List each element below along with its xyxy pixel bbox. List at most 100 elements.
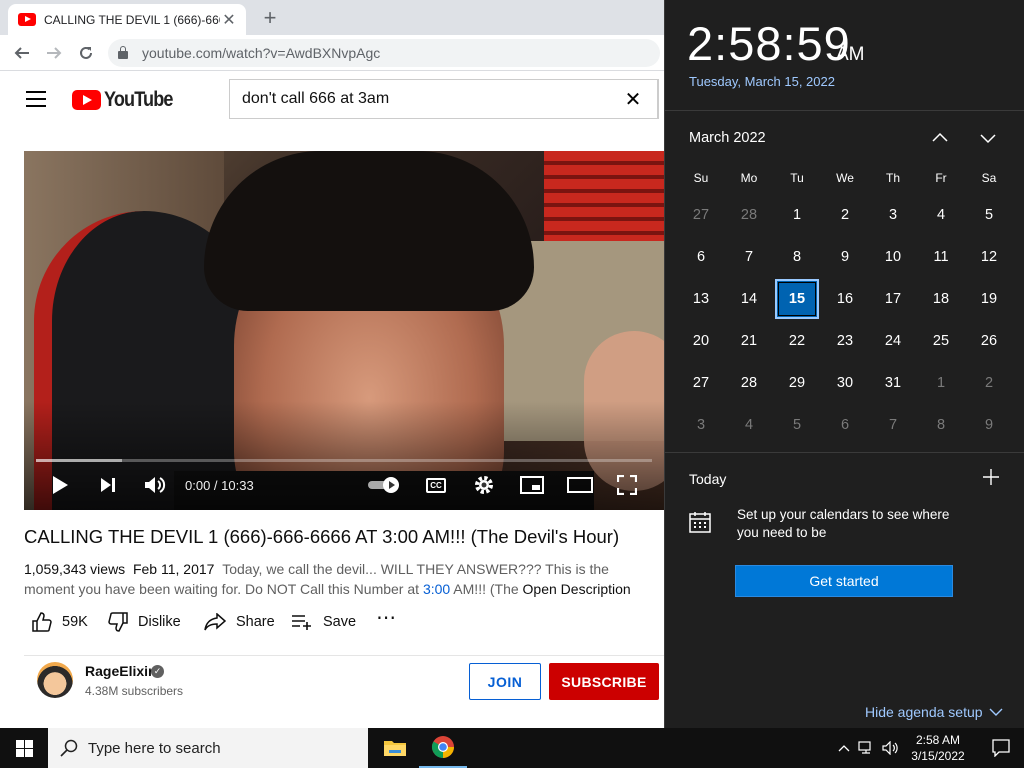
chevron-up-icon[interactable] [838,743,850,753]
captions-button[interactable]: CC [424,473,448,497]
calendar-day[interactable]: 10 [869,236,917,278]
like-button[interactable]: 59K [32,611,88,633]
calendar-day[interactable]: 9 [965,404,1013,446]
calendar-day[interactable]: 28 [725,194,773,236]
calendar-day[interactable]: 2 [965,362,1013,404]
join-button[interactable]: JOIN [469,663,541,700]
calendar-day[interactable]: 19 [965,278,1013,320]
file-explorer-app[interactable] [371,728,419,768]
theater-mode-button[interactable] [566,473,594,497]
calendar-day[interactable]: 8 [773,236,821,278]
miniplayer-icon [520,476,544,494]
calendar-day[interactable]: 28 [725,362,773,404]
search-input[interactable]: don't call 666 at 3am ✕ [229,79,659,119]
back-button[interactable] [8,39,36,67]
autoplay-toggle[interactable] [366,473,404,497]
calendar-day[interactable]: 22 [773,320,821,362]
calendar-day-today[interactable]: 15 [773,278,821,320]
open-description-button[interactable]: Open Description [523,581,631,597]
calendar-day[interactable]: 25 [917,320,965,362]
calendar-day[interactable]: 31 [869,362,917,404]
calendar-day[interactable]: 5 [773,404,821,446]
fullscreen-button[interactable] [614,473,640,497]
calendar-day[interactable]: 7 [869,404,917,446]
channel-name[interactable]: RageElixir [85,663,153,679]
calendar-day[interactable]: 6 [821,404,869,446]
calendar-day[interactable]: 4 [725,404,773,446]
browser-tab[interactable]: CALLING THE DEVIL 1 (666)-666- ✕ [8,4,246,35]
taskbar-search-box[interactable]: Type here to search [48,728,368,768]
calendar-day[interactable]: 13 [677,278,725,320]
share-button[interactable]: Share [204,611,275,633]
clear-search-icon[interactable]: ✕ [613,87,653,112]
taskbar-clock[interactable]: 2:58 AM 3/15/2022 [906,732,970,764]
close-tab-icon[interactable]: ✕ [220,10,238,30]
calendar-day[interactable]: 4 [917,194,965,236]
calendar-day[interactable]: 2 [821,194,869,236]
chrome-app[interactable] [419,728,467,768]
calendar-day[interactable]: 8 [917,404,965,446]
calendar-day-number: 6 [696,249,706,265]
calendar-day[interactable]: 26 [965,320,1013,362]
get-started-button[interactable]: Get started [735,565,953,597]
calendar-day[interactable]: 9 [821,236,869,278]
calendar-day[interactable]: 14 [725,278,773,320]
channel-avatar[interactable] [37,662,73,698]
add-event-button[interactable] [983,466,999,490]
progress-bar[interactable] [36,459,652,462]
settings-button[interactable] [472,473,496,497]
play-button[interactable] [48,473,72,497]
calendar-day[interactable]: 30 [821,362,869,404]
action-center-button[interactable] [978,728,1024,768]
speaker-icon[interactable] [882,741,900,755]
calendar-day[interactable]: 27 [677,362,725,404]
chrome-icon [432,736,454,758]
calendar-day[interactable]: 12 [965,236,1013,278]
browser-toolbar: youtube.com/watch?v=AwdBXNvpAgc [0,35,664,71]
miniplayer-button[interactable] [518,473,546,497]
calendar-day[interactable]: 16 [821,278,869,320]
calendar-day[interactable]: 23 [821,320,869,362]
calendar-day[interactable]: 7 [725,236,773,278]
calendar-day[interactable]: 1 [773,194,821,236]
address-bar[interactable]: youtube.com/watch?v=AwdBXNvpAgc [108,39,660,67]
previous-month-button[interactable] [931,129,949,147]
calendar-month-label[interactable]: March 2022 [689,130,766,146]
calendar-day[interactable]: 6 [677,236,725,278]
calendar-day[interactable]: 24 [869,320,917,362]
hamburger-menu-icon[interactable] [26,91,46,107]
calendar-day-number: 3 [696,417,706,433]
calendar-day[interactable]: 21 [725,320,773,362]
calendar-day[interactable]: 27 [677,194,725,236]
calendar-day[interactable]: 11 [917,236,965,278]
start-button[interactable] [0,728,48,768]
timestamp-link[interactable]: 3:00 [423,581,450,597]
calendar-day[interactable]: 17 [869,278,917,320]
calendar-day[interactable]: 5 [965,194,1013,236]
calendar-day[interactable]: 18 [917,278,965,320]
calendar-day[interactable]: 3 [869,194,917,236]
new-tab-button[interactable]: + [256,4,284,32]
flyout-long-date[interactable]: Tuesday, March 15, 2022 [689,74,835,89]
youtube-play-logo-icon [72,90,101,110]
video-player[interactable]: 0:00 / 10:33 CC [24,151,664,510]
more-actions-button[interactable]: ⋯ [376,606,396,629]
save-button[interactable]: Save [291,611,356,633]
volume-button[interactable] [142,473,168,497]
youtube-logo[interactable]: YouTube [72,88,184,112]
hide-agenda-setup-button[interactable]: Hide agenda setup [865,704,1003,720]
dislike-button[interactable]: Dislike [108,611,181,633]
calendar-day[interactable]: 29 [773,362,821,404]
calendar-day-number: 26 [980,333,998,349]
next-month-button[interactable] [979,129,997,147]
calendar-icon [689,511,711,533]
next-video-button[interactable] [96,473,120,497]
forward-button[interactable] [40,39,68,67]
subscribe-button[interactable]: SUBSCRIBE [549,663,659,700]
network-icon[interactable] [858,741,874,755]
video-description[interactable]: 1,059,343 views Feb 11, 2017 Today, we c… [24,559,634,599]
calendar-day[interactable]: 20 [677,320,725,362]
calendar-day[interactable]: 1 [917,362,965,404]
calendar-day[interactable]: 3 [677,404,725,446]
reload-button[interactable] [72,39,100,67]
